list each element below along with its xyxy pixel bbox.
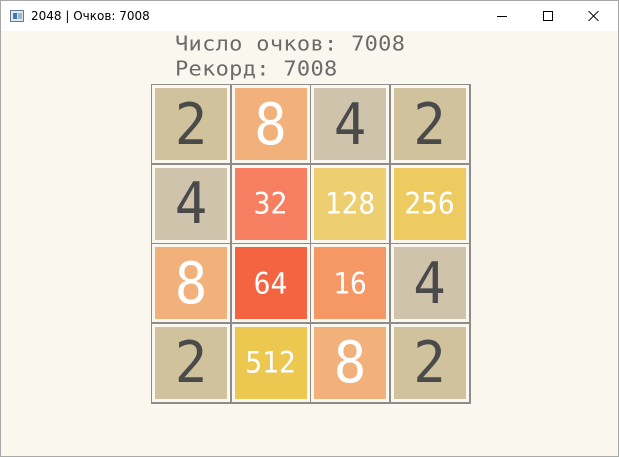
- score-label: Число очков: 7008: [175, 33, 406, 56]
- tile-value: 8: [174, 249, 208, 317]
- board-cell: 2: [151, 84, 231, 164]
- tile-value: 64: [253, 265, 288, 301]
- tile-8: 8: [155, 247, 227, 319]
- tile-value: 8: [254, 90, 287, 158]
- game-board[interactable]: 2 8 4 2 4 32 128 256 8 64 16 4 2 512 8 2: [151, 84, 471, 404]
- tile-value: 2: [413, 90, 446, 158]
- tile-64: 64: [234, 247, 307, 319]
- maximize-icon: [543, 11, 553, 21]
- minimize-button[interactable]: [479, 1, 525, 31]
- tile-4: 4: [155, 167, 227, 240]
- tile-256: 256: [393, 167, 466, 240]
- tile-value: 8: [333, 329, 367, 396]
- tile-2: 2: [155, 88, 227, 160]
- maximize-button[interactable]: [525, 1, 571, 31]
- board-cell: 2: [151, 322, 231, 403]
- tile-value: 2: [174, 329, 208, 396]
- tile-value: 16: [333, 265, 367, 301]
- tile-32: 32: [234, 167, 307, 240]
- board-cell: 4: [310, 84, 390, 164]
- close-icon: [588, 10, 600, 22]
- close-button[interactable]: [571, 1, 617, 31]
- board-cell: 8: [151, 243, 231, 323]
- record-label: Рекорд: 7008: [175, 58, 338, 81]
- tile-value: 32: [253, 186, 288, 221]
- tile-value: 4: [333, 90, 367, 158]
- board-cell: 32: [230, 163, 311, 244]
- board-cell: 256: [389, 163, 470, 244]
- board-cell: 2: [389, 322, 470, 403]
- tile-128: 128: [314, 167, 386, 240]
- tile-2: 2: [393, 326, 466, 399]
- board-cell: 64: [230, 243, 311, 323]
- app-icon: [10, 10, 24, 22]
- tile-value: 2: [174, 90, 208, 158]
- tile-4: 4: [314, 88, 386, 160]
- tile-8: 8: [234, 88, 307, 160]
- board-cell: 512: [230, 322, 311, 403]
- board-cell: 8: [230, 84, 311, 164]
- board-cell: 128: [310, 163, 390, 244]
- tile-value: 512: [245, 345, 296, 380]
- tile-value: 256: [404, 186, 455, 221]
- tile-512: 512: [234, 326, 307, 399]
- tile-value: 2: [413, 329, 446, 396]
- board-cell: 8: [310, 322, 390, 403]
- title-bar[interactable]: 2048 | Очков: 7008: [1, 1, 618, 31]
- tile-4: 4: [393, 247, 466, 319]
- tile-value: 4: [174, 170, 208, 237]
- tile-2: 2: [155, 326, 227, 399]
- tile-value: 128: [324, 186, 376, 221]
- game-window: 2048 | Очков: 7008 Число очков: 7008 Рек…: [0, 0, 619, 457]
- window-title: 2048 | Очков: 7008: [31, 9, 150, 23]
- board-cell: 4: [151, 163, 231, 244]
- board-cell: 2: [389, 84, 470, 164]
- tile-16: 16: [314, 247, 386, 319]
- tile-value: 4: [413, 249, 446, 317]
- board-cell: 4: [389, 243, 470, 323]
- tile-8: 8: [314, 326, 386, 399]
- board-cell: 16: [310, 243, 390, 323]
- minimize-icon: [497, 15, 507, 17]
- tile-2: 2: [393, 88, 466, 160]
